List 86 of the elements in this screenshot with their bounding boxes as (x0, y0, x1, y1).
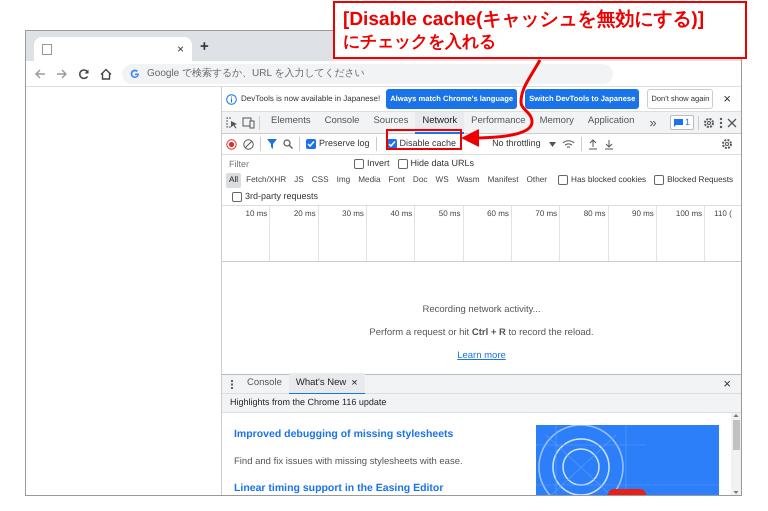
type-filter-button[interactable]: JS (291, 173, 307, 188)
more-options-icon[interactable] (230, 378, 234, 390)
callout-text: [Disable cache(キャッシュを無効にする)] (343, 9, 706, 32)
timeline-tick: 50 ms (415, 206, 464, 261)
settings-icon[interactable] (721, 138, 733, 150)
filter-option-checkbox[interactable]: Hide data URLs (398, 156, 474, 170)
browser-tab[interactable]: × (34, 37, 192, 61)
feature-heading: Linear timing support in the Easing Editor (234, 481, 444, 495)
type-filter-button[interactable]: Img (334, 173, 354, 188)
throttling-dropdown[interactable]: No throttling (492, 137, 556, 151)
timeline-tick: 20 ms (270, 206, 319, 261)
upload-icon[interactable] (588, 138, 598, 150)
empty-state-title: Recording network activity... (422, 302, 541, 317)
type-filter-button[interactable]: Other (524, 173, 550, 188)
request-filter-checkbox[interactable]: Has blocked cookies (558, 174, 646, 187)
settings-icon[interactable] (703, 116, 715, 128)
request-filter-checkbox[interactable]: 3rd-party requests (232, 190, 318, 204)
panel-tab[interactable]: Sources (366, 112, 416, 134)
type-filter-button[interactable]: CSS (308, 173, 332, 188)
type-filter-button[interactable]: Media (355, 173, 384, 188)
feature-heading: Improved debugging of missing stylesheets (234, 427, 454, 442)
issues-badge[interactable]: 1 (670, 114, 694, 130)
timeline-tick: 60 ms (464, 206, 512, 261)
drawer-tab[interactable]: What's New × (288, 373, 365, 395)
drawer-tab[interactable]: Console (240, 373, 289, 395)
checkmark-icon (388, 140, 396, 148)
download-icon[interactable] (604, 138, 614, 150)
info-icon (226, 94, 237, 104)
back-icon[interactable] (34, 68, 46, 80)
timeline-tick: 110 ( (713, 208, 733, 220)
timeline-tick: 100 ms (656, 206, 706, 261)
device-toolbar-icon[interactable] (242, 116, 255, 128)
type-filter-button[interactable]: Font (386, 173, 408, 188)
address-input[interactable]: Google で検索するか、URL を入力してください (145, 65, 605, 82)
inspect-icon[interactable] (226, 116, 238, 128)
disable-cache-checkbox[interactable]: Disable cache (386, 137, 456, 151)
preserve-log-checkbox[interactable]: Preserve log (306, 137, 370, 151)
new-tab-button[interactable]: + (200, 36, 209, 61)
reload-icon[interactable] (78, 68, 90, 80)
panel-tab[interactable]: Console (318, 112, 366, 134)
close-drawer-button[interactable]: × (723, 374, 731, 394)
feature-description: Find and fix issues with missing stylesheets with ease. (234, 454, 464, 469)
type-filter-button[interactable]: Fetch/XHR (243, 173, 290, 188)
close-icon[interactable] (727, 118, 737, 128)
close-tab-button[interactable]: × (176, 40, 184, 58)
caret-icon (548, 142, 556, 146)
clear-icon[interactable] (243, 138, 254, 150)
type-filter-button[interactable]: Doc (410, 173, 430, 188)
drawer-header: Highlights from the Chrome 116 update (222, 394, 741, 413)
timeline-tick: 90 ms (608, 206, 657, 261)
filter-option-checkbox[interactable]: Invert (354, 156, 390, 170)
panel-tab[interactable]: Memory (532, 112, 581, 134)
type-filter-button[interactable]: All (226, 173, 242, 188)
scroll-down-icon[interactable] (733, 490, 739, 495)
learn-more-link[interactable]: Learn more (457, 349, 506, 364)
message-icon (674, 118, 683, 126)
more-options-icon[interactable] (719, 116, 723, 128)
panel-tab[interactable]: Application (580, 112, 642, 134)
close-tab-button[interactable]: × (351, 374, 358, 392)
google-icon (130, 68, 140, 78)
timeline-tick: 10 ms (222, 206, 270, 261)
scrollbar[interactable] (731, 413, 741, 495)
checkmark-icon (307, 140, 315, 148)
close-button[interactable]: × (723, 89, 731, 109)
request-filter-checkbox[interactable]: Blocked Requests (654, 174, 734, 187)
timeline-tick: 70 ms (512, 206, 560, 261)
type-filter-button[interactable]: WS (432, 173, 452, 188)
filter-icon[interactable] (267, 139, 277, 149)
record-icon[interactable] (226, 138, 237, 150)
empty-state-hint: Perform a request or hit Ctrl + R to record the reload. (369, 326, 594, 340)
type-filter-button[interactable]: Manifest (484, 173, 522, 188)
info-message: DevTools is now available in Japanese! (241, 93, 380, 105)
more-tabs-button[interactable]: » (645, 112, 661, 132)
type-filter-button[interactable]: Wasm (454, 173, 483, 188)
callout-text: にチェックを入れる (343, 32, 497, 52)
wifi-settings-icon[interactable] (562, 138, 575, 150)
page-icon (42, 44, 52, 54)
timeline-tick: 30 ms (318, 206, 367, 261)
address-bar[interactable]: Google で検索するか、URL を入力してください (122, 64, 613, 84)
panel-tab[interactable]: Elements (264, 112, 318, 134)
search-icon[interactable] (283, 139, 293, 149)
forward-icon[interactable] (56, 68, 68, 80)
timeline-tick: 80 ms (560, 206, 608, 261)
home-icon[interactable] (100, 68, 112, 80)
timeline-tick: 40 ms (366, 206, 416, 261)
panel-tab[interactable]: Performance (464, 112, 533, 134)
